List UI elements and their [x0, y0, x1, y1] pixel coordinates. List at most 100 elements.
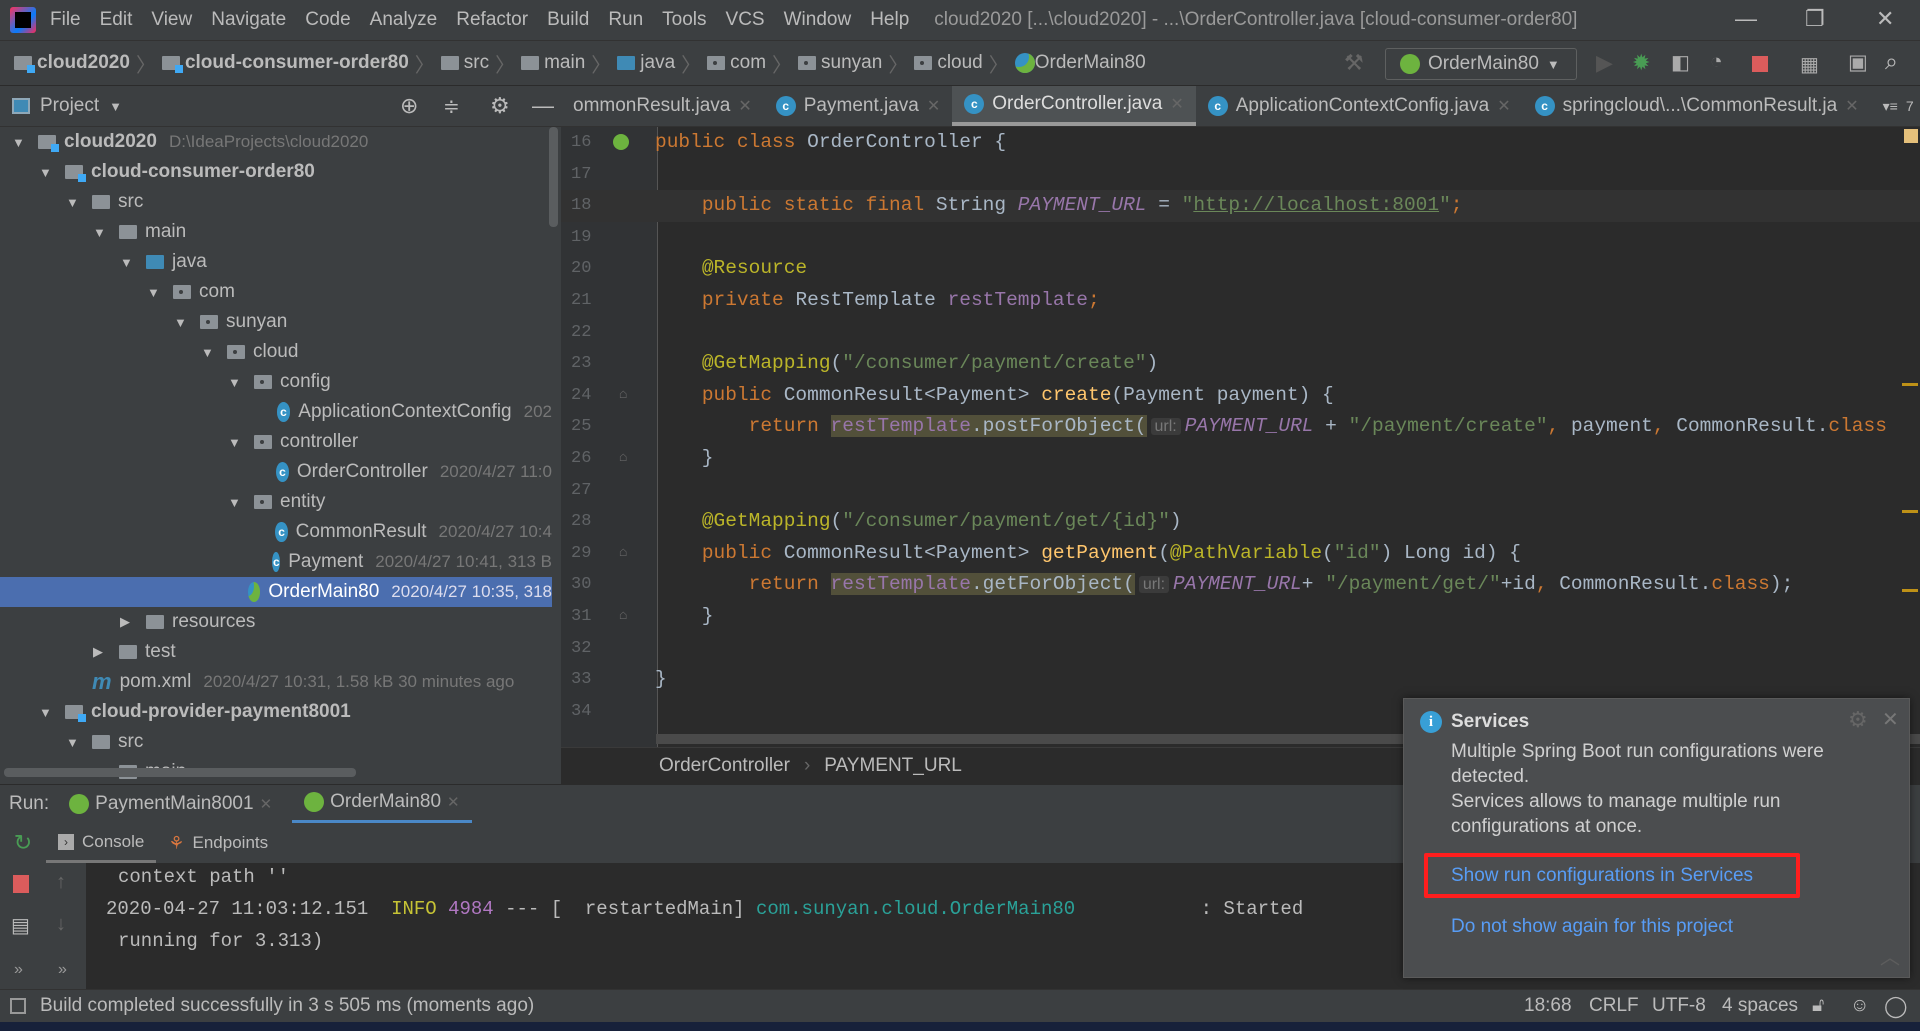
menu-file[interactable]: File — [50, 9, 81, 31]
tree-item[interactable]: c OrderController 2020/4/27 11:0 — [0, 457, 552, 487]
expanded-arrow-icon[interactable]: ▼ — [174, 315, 188, 330]
tool-windows-icon[interactable] — [10, 998, 26, 1014]
menu-code[interactable]: Code — [305, 9, 350, 31]
menu-window[interactable]: Window — [784, 9, 852, 31]
profile-icon[interactable]: ◔ — [1710, 50, 1723, 74]
collapsed-arrow-icon[interactable]: ▶ — [93, 644, 107, 660]
tree-item[interactable]: ▼ cloud2020 D:\IdeaProjects\cloud2020 — [0, 127, 552, 157]
close-icon[interactable]: ✕ — [447, 793, 460, 811]
tree-item[interactable]: ▼ src — [0, 727, 552, 757]
unlock-icon[interactable]: 🔓︎ — [1812, 995, 1824, 1017]
tree-item[interactable]: ▶ test — [0, 637, 552, 667]
tree-item[interactable]: ▼ cloud-provider-payment8001 — [0, 697, 552, 727]
rerun-icon[interactable]: ↻ — [0, 830, 46, 856]
tree-item[interactable]: ▼ java — [0, 247, 552, 277]
expanded-arrow-icon[interactable]: ▼ — [228, 435, 242, 450]
run-tab-ordermain80[interactable]: OrderMain80 ✕ — [292, 785, 472, 824]
editor-tab[interactable]: c ApplicationContextConfig.java ✕ — [1196, 86, 1523, 126]
up-arrow-icon[interactable]: ↑ — [56, 871, 66, 894]
gear-icon[interactable]: ⚙ — [1848, 707, 1868, 733]
close-icon[interactable]: ✕ — [1882, 707, 1899, 732]
expanded-arrow-icon[interactable]: ▼ — [12, 135, 26, 150]
expanded-arrow-icon[interactable]: ▼ — [120, 255, 134, 270]
breadcrumb-item[interactable]: cloud-consumer-order80 〉 — [161, 49, 435, 78]
down-arrow-icon[interactable]: ↓ — [56, 913, 66, 936]
menu-refactor[interactable]: Refactor — [456, 9, 528, 31]
menu-analyze[interactable]: Analyze — [370, 9, 438, 31]
tree-item[interactable]: ▼ entity — [0, 487, 552, 517]
expanded-arrow-icon[interactable]: ▼ — [66, 735, 80, 750]
expanded-arrow-icon[interactable]: ▼ — [66, 195, 80, 210]
menu-run[interactable]: Run — [608, 9, 643, 31]
layout-icon[interactable]: ▤ — [11, 913, 30, 938]
expanded-arrow-icon[interactable]: ▼ — [228, 375, 242, 390]
error-stripe-mark[interactable] — [1902, 383, 1918, 386]
tree-horizontal-scrollbar[interactable] — [4, 768, 356, 777]
file-encoding[interactable]: UTF-8 — [1652, 995, 1706, 1017]
tree-item[interactable]: c Payment 2020/4/27 10:41, 313 B — [0, 547, 552, 577]
chevron-down-icon[interactable]: ▼ — [109, 99, 122, 114]
breadcrumb-item[interactable]: cloud 〉 — [914, 49, 1009, 78]
tree-item[interactable]: c ApplicationContextConfig 202 — [0, 397, 552, 427]
run-configuration-select[interactable]: OrderMain80 ▼ — [1385, 48, 1577, 80]
restore-button[interactable]: ❐ — [1805, 6, 1825, 32]
tabs-overflow-button[interactable]: ▾≡ 7 — [1871, 86, 1920, 126]
tab-console[interactable]: › Console — [46, 823, 157, 863]
event-log-icon[interactable]: ◯ — [1884, 994, 1908, 1019]
editor-tab[interactable]: c OrderController.java ✕ — [952, 86, 1196, 126]
expanded-arrow-icon[interactable]: ▼ — [39, 705, 53, 720]
indent-setting[interactable]: 4 spaces — [1722, 995, 1798, 1017]
run-icon[interactable]: ▶ — [1596, 50, 1613, 76]
hide-panel-icon[interactable]: — — [532, 93, 554, 119]
spring-bean-gutter-icon[interactable] — [613, 134, 629, 150]
breadcrumb-item[interactable]: OrderMain80 — [1014, 52, 1146, 74]
breadcrumb-item[interactable]: cloud2020 〉 — [14, 49, 156, 78]
show-in-services-link[interactable]: Show run configurations in Services — [1451, 865, 1753, 887]
editor-breadcrumb-class[interactable]: OrderController — [659, 755, 790, 777]
project-structure-icon[interactable]: ▦ — [1800, 52, 1819, 77]
breadcrumb-item[interactable]: java 〉 — [617, 49, 701, 78]
run-with-coverage-icon[interactable]: ◧ — [1671, 50, 1690, 75]
tree-item[interactable]: ▼ sunyan — [0, 307, 552, 337]
project-panel-title[interactable]: Project — [40, 95, 99, 117]
stop-icon[interactable] — [1752, 56, 1768, 72]
editor-tab[interactable]: ommonResult.java ✕ — [561, 86, 764, 126]
debug-icon[interactable]: ✹ — [1632, 50, 1650, 76]
status-message[interactable]: Build completed successfully in 3 s 505 … — [40, 995, 534, 1017]
fold-marker-icon[interactable]: ⌂ — [619, 601, 627, 633]
code-editor[interactable]: 16 public class OrderController {17 18 pub… — [561, 127, 1920, 747]
collapse-chevron-icon[interactable]: ︿ — [1880, 941, 1900, 970]
breadcrumb-item[interactable]: com 〉 — [707, 49, 792, 78]
tree-item[interactable]: ▼ cloud — [0, 337, 552, 367]
close-icon[interactable]: ✕ — [927, 96, 940, 116]
fold-marker-icon[interactable]: ⌂ — [619, 443, 627, 475]
breadcrumb-item[interactable]: src 〉 — [440, 49, 515, 78]
tree-vertical-scrollbar[interactable] — [549, 127, 558, 227]
menu-view[interactable]: View — [151, 9, 192, 31]
close-icon[interactable]: ✕ — [1497, 96, 1510, 116]
tree-item[interactable]: c CommonResult 2020/4/27 10:4 — [0, 517, 552, 547]
expanded-arrow-icon[interactable]: ▼ — [147, 285, 161, 300]
tree-item[interactable]: ▼ src — [0, 187, 552, 217]
editor-tab[interactable]: c Payment.java ✕ — [764, 86, 953, 126]
editor-breadcrumb-field[interactable]: PAYMENT_URL — [824, 755, 962, 777]
close-icon[interactable]: ✕ — [1170, 94, 1183, 114]
tree-item[interactable]: ▼ main — [0, 217, 552, 247]
tab-endpoints[interactable]: ⚘ Endpoints — [156, 823, 280, 863]
tree-item[interactable]: ▼ cloud-consumer-order80 — [0, 157, 552, 187]
inspector-icon[interactable]: ☺ — [1850, 995, 1869, 1017]
close-icon[interactable]: ✕ — [738, 96, 751, 116]
tree-item[interactable]: ▶ resources — [0, 607, 552, 637]
more-icon[interactable]: » — [58, 961, 67, 979]
search-icon[interactable]: ⌕ — [1885, 48, 1898, 75]
locate-file-icon[interactable]: ⊕ — [400, 93, 418, 119]
menu-vcs[interactable]: VCS — [726, 9, 765, 31]
inspection-warning-icon[interactable] — [1904, 129, 1918, 143]
collapsed-arrow-icon[interactable]: ▶ — [120, 614, 134, 630]
tree-item[interactable]: OrderMain80 2020/4/27 10:35, 318 — [0, 577, 552, 607]
menu-navigate[interactable]: Navigate — [211, 9, 286, 31]
do-not-show-again-link[interactable]: Do not show again for this project — [1451, 916, 1733, 938]
menu-build[interactable]: Build — [547, 9, 589, 31]
more-icon[interactable]: » — [14, 961, 23, 979]
expanded-arrow-icon[interactable]: ▼ — [93, 225, 107, 240]
